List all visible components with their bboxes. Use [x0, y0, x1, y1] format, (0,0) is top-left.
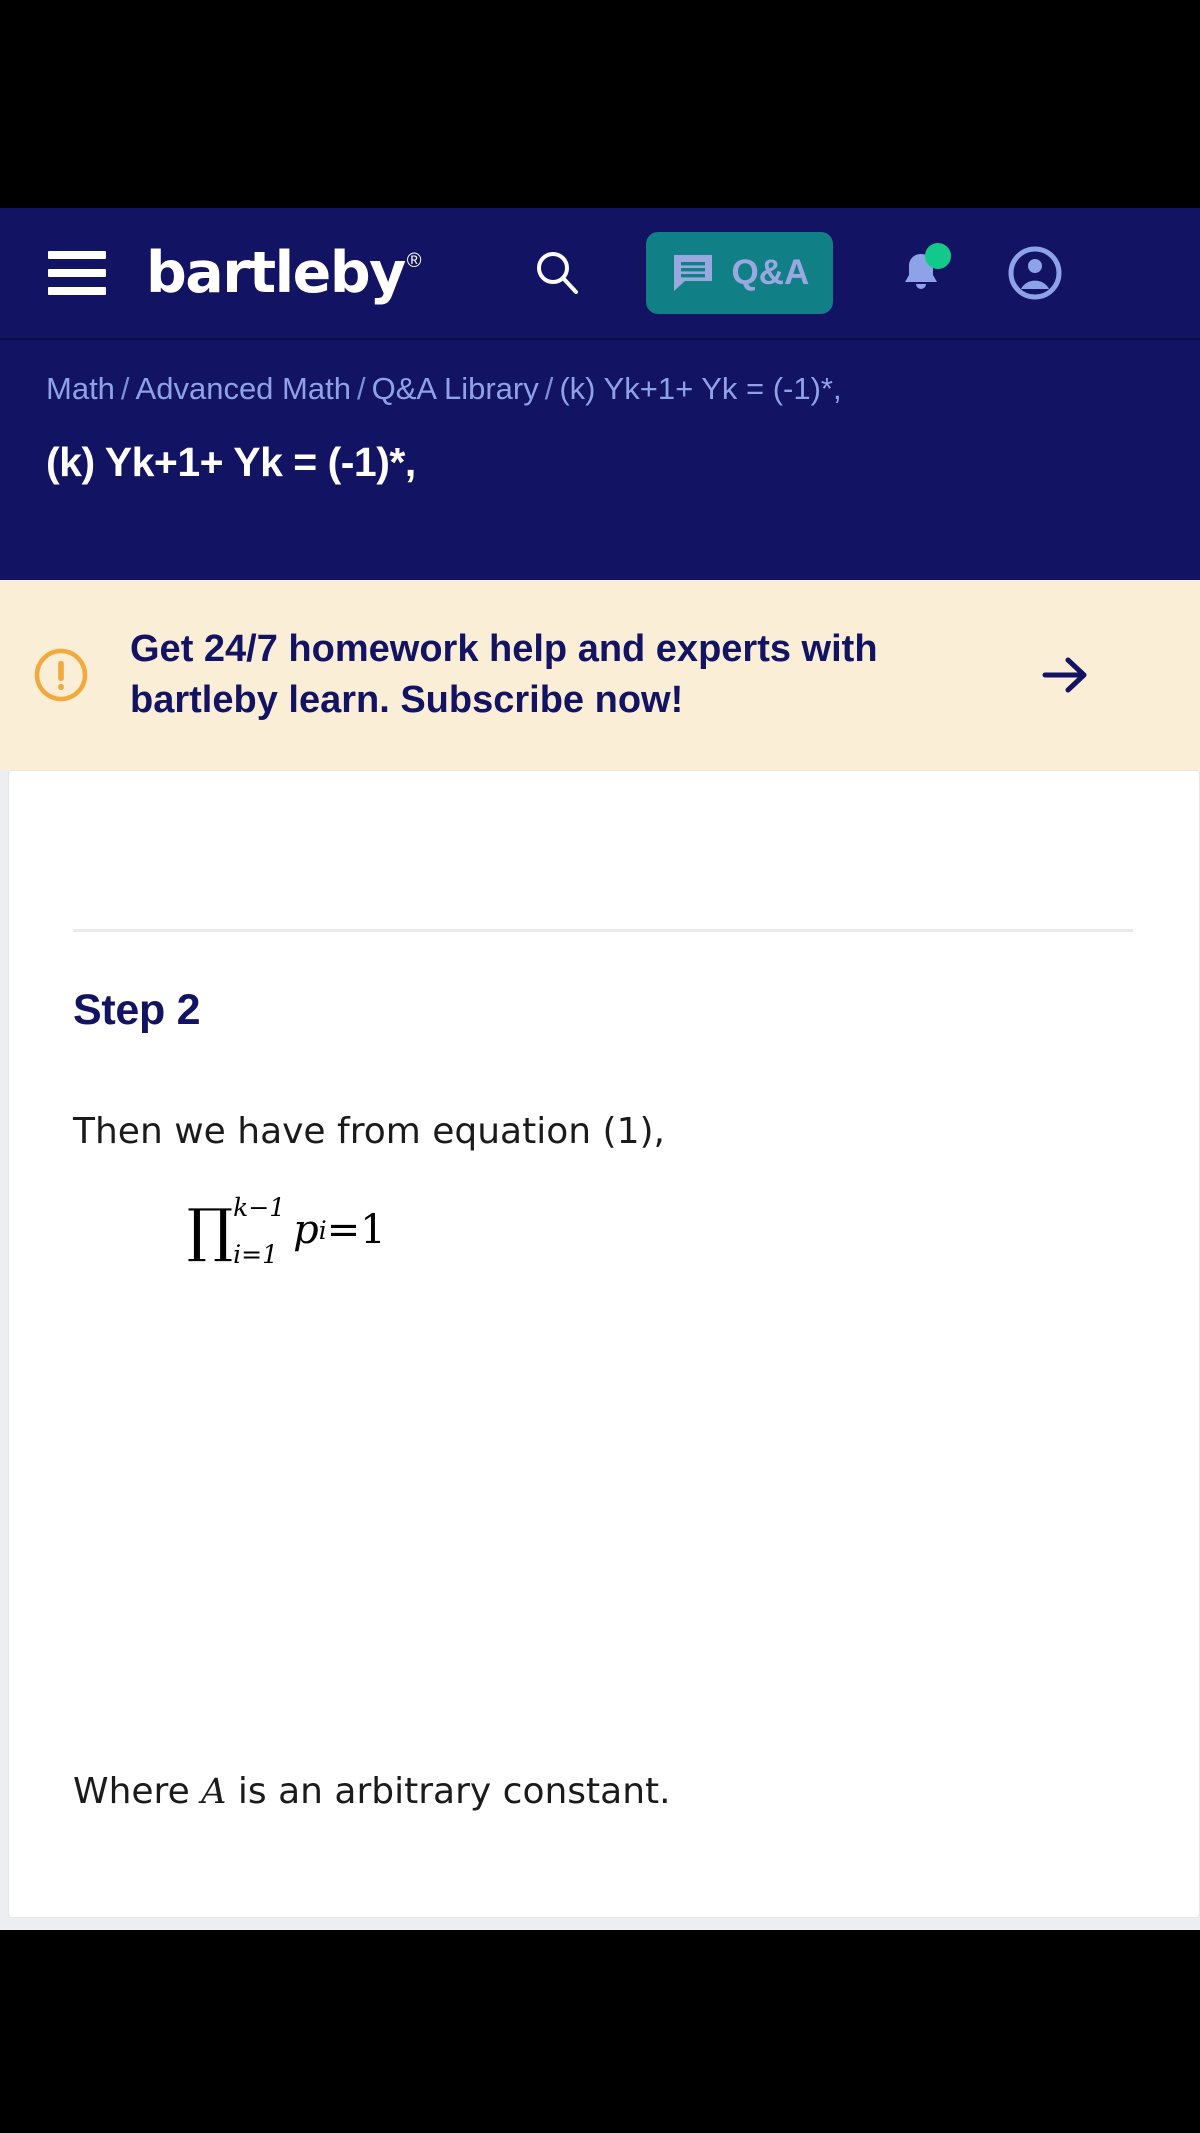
- search-icon: [536, 252, 578, 294]
- outro-paragraph: Where A is an arbitrary constant.: [73, 1771, 671, 1812]
- hamburger-menu-icon[interactable]: [48, 251, 106, 295]
- product-upper-limit: k−1: [233, 1193, 286, 1222]
- account-button[interactable]: [1003, 241, 1067, 305]
- outro-variable: A: [201, 1772, 227, 1812]
- notification-badge-dot: [925, 243, 952, 269]
- section-divider: [73, 929, 1133, 932]
- status-bar-black: [0, 0, 1200, 208]
- outro-suffix: is an arbitrary constant.: [226, 1771, 671, 1812]
- hamburger-line: [48, 251, 106, 259]
- chat-lines-icon: [673, 255, 712, 291]
- breadcrumb-item-current: (k) Yk+1+ Yk = (-1)*,: [559, 371, 842, 406]
- bottom-black-bar: [0, 1930, 1200, 2133]
- breadcrumb-item-qa-library[interactable]: Q&A Library: [372, 371, 539, 406]
- intro-paragraph: Then we have from equation (1),: [73, 1111, 665, 1152]
- arrow-right-icon: [1042, 657, 1087, 693]
- promo-arrow-button[interactable]: [1030, 640, 1100, 710]
- breadcrumb-separator: /: [120, 371, 130, 406]
- qa-button[interactable]: Q&A: [645, 232, 834, 314]
- equals-sign: =: [326, 1207, 361, 1253]
- product-body-subscript: i: [318, 1215, 327, 1245]
- step-heading: Step 2: [73, 986, 201, 1034]
- hamburger-line: [48, 287, 106, 295]
- product-lower-limit: i=1: [233, 1240, 279, 1269]
- promo-banner[interactable]: Get 24/7 homework help and experts with …: [0, 580, 1200, 770]
- product-operator: ∏ k−1 i=1: [187, 1195, 285, 1267]
- breadcrumb-separator: /: [544, 371, 554, 406]
- app-header: bartleby ® Q&A: [0, 208, 1200, 340]
- alert-exclamation-circle-icon: [30, 644, 92, 706]
- notifications-button[interactable]: [889, 241, 953, 305]
- breadcrumb-item-math[interactable]: Math: [46, 371, 115, 406]
- user-account-icon: [1008, 246, 1062, 300]
- equation-product-equals-one: ∏ k−1 i=1 pi = 1: [187, 1195, 386, 1267]
- logo-wordmark: bartleby: [146, 239, 406, 306]
- qa-button-label: Q&A: [731, 253, 810, 292]
- title-band: Math / Advanced Math / Q&A Library / (k) Yk+1+…: [0, 340, 1200, 580]
- hamburger-line: [48, 269, 106, 277]
- product-body-variable: p: [293, 1207, 319, 1253]
- page-title: (k) Yk+1+ Yk = (-1)*,: [46, 439, 416, 486]
- breadcrumb-separator: /: [356, 371, 366, 406]
- bartleby-logo[interactable]: bartleby ®: [146, 239, 422, 306]
- product-rhs: 1: [360, 1207, 386, 1253]
- answer-card: Step 2 Then we have from equation (1), ∏…: [8, 770, 1200, 2133]
- product-glyph: ∏: [187, 1196, 234, 1264]
- breadcrumb-item-advanced-math[interactable]: Advanced Math: [136, 371, 351, 406]
- registered-trademark-icon: ®: [406, 249, 422, 272]
- outro-prefix: Where: [73, 1771, 202, 1812]
- app-screen: bartleby ® Q&A Math / Advanced Math / Q&…: [0, 0, 1200, 2133]
- search-button[interactable]: [526, 242, 588, 304]
- promo-text: Get 24/7 homework help and experts with …: [130, 628, 878, 721]
- breadcrumb: Math / Advanced Math / Q&A Library / (k) Yk+1+…: [46, 370, 1154, 407]
